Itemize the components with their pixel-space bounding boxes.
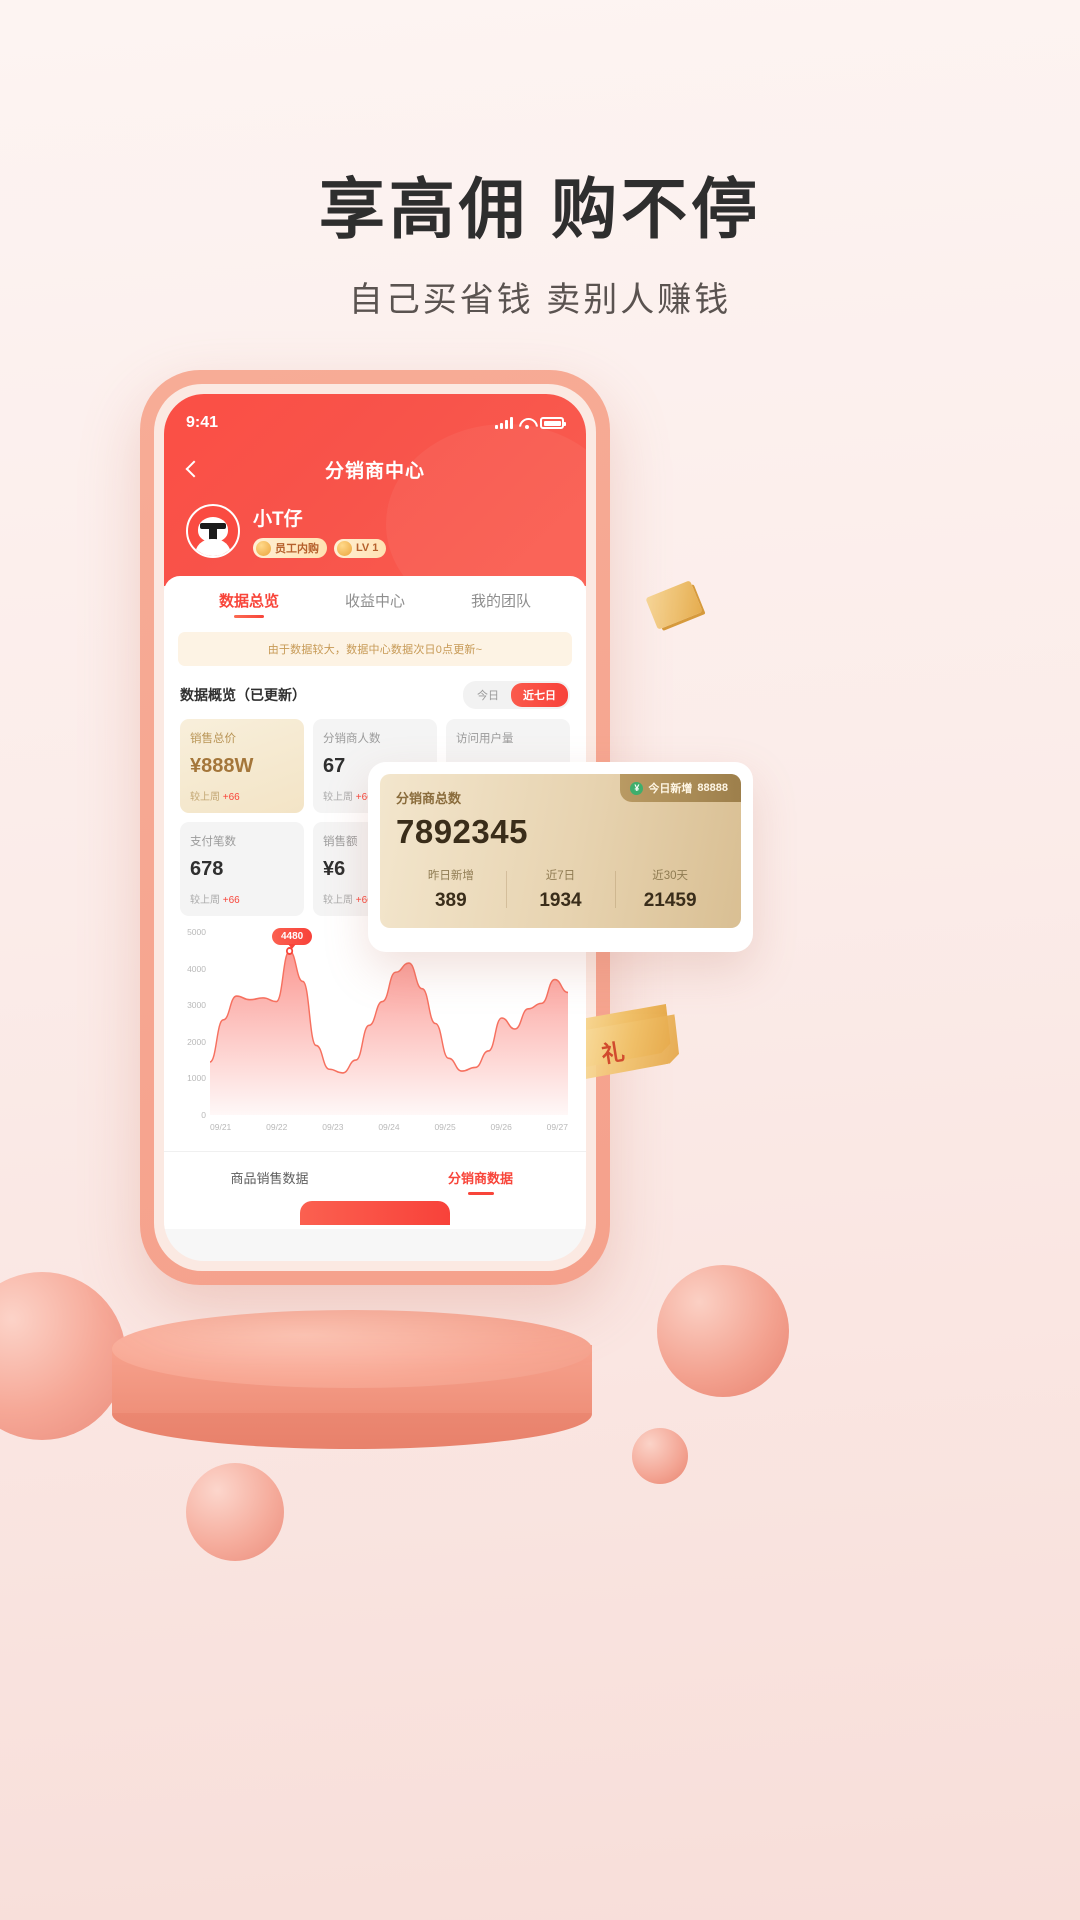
popup-col-value: 21459 <box>643 890 697 911</box>
chart-x-tick: 09/24 <box>378 1122 400 1132</box>
nav-title: 分销商中心 <box>324 460 425 482</box>
toggle-today[interactable]: 今日 <box>465 683 511 707</box>
popup-col-value: 1934 <box>539 890 582 911</box>
decor-money-note-small <box>645 580 703 630</box>
stat-delta: 较上周 +66 <box>190 891 294 906</box>
popup-col-label: 近7日 <box>545 870 576 882</box>
popup-col-label: 昨日新增 <box>427 870 474 882</box>
profile-name: 小T仔 <box>253 509 303 530</box>
chart-y-axis: 0 1000 2000 3000 4000 5000 <box>176 927 210 1120</box>
stat-delta-prefix: 较上周 <box>323 792 353 803</box>
stat-value: 678 <box>190 858 224 880</box>
status-badge-level: LV 1 <box>334 538 387 558</box>
chart-x-tick: 09/27 <box>546 1122 568 1132</box>
chart-x-tick: 09/26 <box>490 1122 512 1132</box>
bottom-accent-pill <box>300 1201 450 1225</box>
profile-badges: 员工内购 LV 1 <box>253 538 387 558</box>
stat-label: 销售总价 <box>190 733 236 745</box>
signal-icon <box>495 417 513 429</box>
toggle-last-seven-days[interactable]: 近七日 <box>511 683 568 707</box>
badge-label-level: LV 1 <box>356 542 379 554</box>
level-icon <box>337 540 352 556</box>
chart-y-tick: 2000 <box>187 1036 206 1047</box>
overview-section-header: 数据概览（已更新） 今日 近七日 <box>164 666 586 719</box>
stat-label: 支付笔数 <box>190 836 236 848</box>
avatar[interactable] <box>186 504 240 558</box>
stat-delta-prefix: 较上周 <box>323 895 353 906</box>
decor-sphere-1 <box>0 1272 126 1440</box>
status-badge-member: 员工内购 <box>253 538 327 558</box>
range-toggle-group: 今日 近七日 <box>463 681 570 709</box>
chevron-left-icon[interactable] <box>185 460 203 478</box>
app-header: 9:41 分销商中心 小T仔 员工内购 LV 1 <box>164 394 586 624</box>
today-new-value: 88888 <box>697 782 728 794</box>
chart-area-svg <box>209 947 569 1115</box>
status-bar-icons <box>495 417 566 429</box>
bottom-tab-distributor-data[interactable]: 分销商数据 <box>375 1152 586 1201</box>
bottom-tab-bar: 商品销售数据 分销商数据 <box>164 1151 586 1201</box>
stat-value: ¥888W <box>190 755 254 777</box>
profile-row: 小T仔 员工内购 LV 1 <box>186 504 564 558</box>
stat-card-payment-count[interactable]: 支付笔数 678 较上周 +66 <box>180 822 304 916</box>
decor-sphere-3 <box>186 1463 284 1561</box>
profile-info: 小T仔 员工内购 LV 1 <box>253 504 387 558</box>
chart-y-tick: 1000 <box>187 1073 206 1084</box>
bottom-tab-product-sales[interactable]: 商品销售数据 <box>164 1152 375 1201</box>
status-bar: 9:41 <box>186 412 566 434</box>
chart-x-tick: 09/21 <box>210 1122 232 1132</box>
battery-icon <box>540 417 566 429</box>
chart-x-tick: 09/22 <box>266 1122 288 1132</box>
stat-card-total-sales[interactable]: 销售总价 ¥888W 较上周 +66 <box>180 719 304 813</box>
chart-tooltip: 4480 <box>272 928 313 945</box>
stat-delta-value: +66 <box>222 792 240 803</box>
popup-col-thirty-days: 近30天 21459 <box>615 867 725 912</box>
decor-podium-top <box>112 1310 592 1388</box>
popup-stat-columns: 昨日新增 389 近7日 1934 近30天 21459 <box>396 867 725 912</box>
tab-my-team[interactable]: 我的团队 <box>438 590 564 618</box>
badge-label-member: 员工内购 <box>275 543 319 555</box>
chart-x-axis: 09/21 09/22 09/23 09/24 09/25 09/26 09/27 <box>210 1117 568 1137</box>
stat-delta-value: +66 <box>222 895 240 906</box>
popup-col-yesterday: 昨日新增 389 <box>396 867 506 912</box>
page-title: 享高佣 购不停 <box>318 172 762 246</box>
navigation-bar: 分销商中心 <box>185 448 564 490</box>
popup-inner-card: 今日新增 88888 分销商总数 7892345 昨日新增 389 近7日 19… <box>380 774 741 928</box>
stat-label: 访问用户量 <box>456 733 514 745</box>
chart-y-tick: 0 <box>201 1110 206 1120</box>
stat-label: 分销商人数 <box>323 733 381 745</box>
chart-series-area <box>209 932 569 1115</box>
chart-plot-area: 0 1000 2000 3000 4000 5000 4480 09/21 09… <box>176 927 574 1137</box>
distributor-total-popup-card: 今日新增 88888 分销商总数 7892345 昨日新增 389 近7日 19… <box>368 762 753 952</box>
popup-col-seven-days: 近7日 1934 <box>505 867 616 912</box>
popup-col-label: 近30天 <box>652 870 689 882</box>
stat-delta: 较上周 +66 <box>190 788 294 803</box>
stat-delta-prefix: 较上周 <box>190 792 220 803</box>
page-subtitle: 自己买省钱 卖别人赚钱 <box>348 280 732 319</box>
chart-x-tick: 09/23 <box>322 1122 344 1132</box>
chart-y-tick: 5000 <box>187 927 206 937</box>
overview-title: 数据概览（已更新） <box>180 687 306 703</box>
tab-data-overview[interactable]: 数据总览 <box>186 590 312 618</box>
chart-x-tick: 09/25 <box>434 1122 456 1132</box>
wifi-icon <box>519 418 534 429</box>
tab-bar: 数据总览 收益中心 我的团队 <box>164 576 586 628</box>
chart-y-tick: 4000 <box>187 963 206 974</box>
today-new-badge: 今日新增 88888 <box>620 774 741 802</box>
promo-heading: 享高佣 购不停 自己买省钱 卖别人赚钱 <box>0 172 1080 321</box>
stat-delta-prefix: 较上周 <box>190 895 220 906</box>
today-new-label: 今日新增 <box>648 783 693 795</box>
popup-col-value: 389 <box>434 890 467 911</box>
status-bar-time: 9:41 <box>186 414 219 431</box>
decor-sphere-2 <box>657 1265 789 1397</box>
notice-banner: 由于数据较大，数据中心数据次日0点更新~ <box>178 632 572 666</box>
popup-total-number: 7892345 <box>396 813 528 850</box>
decor-sphere-4 <box>632 1428 688 1484</box>
medal-icon <box>256 540 271 556</box>
tab-income-center[interactable]: 收益中心 <box>312 590 438 618</box>
money-circle-icon <box>630 781 644 795</box>
chart-y-tick: 3000 <box>187 1000 206 1011</box>
